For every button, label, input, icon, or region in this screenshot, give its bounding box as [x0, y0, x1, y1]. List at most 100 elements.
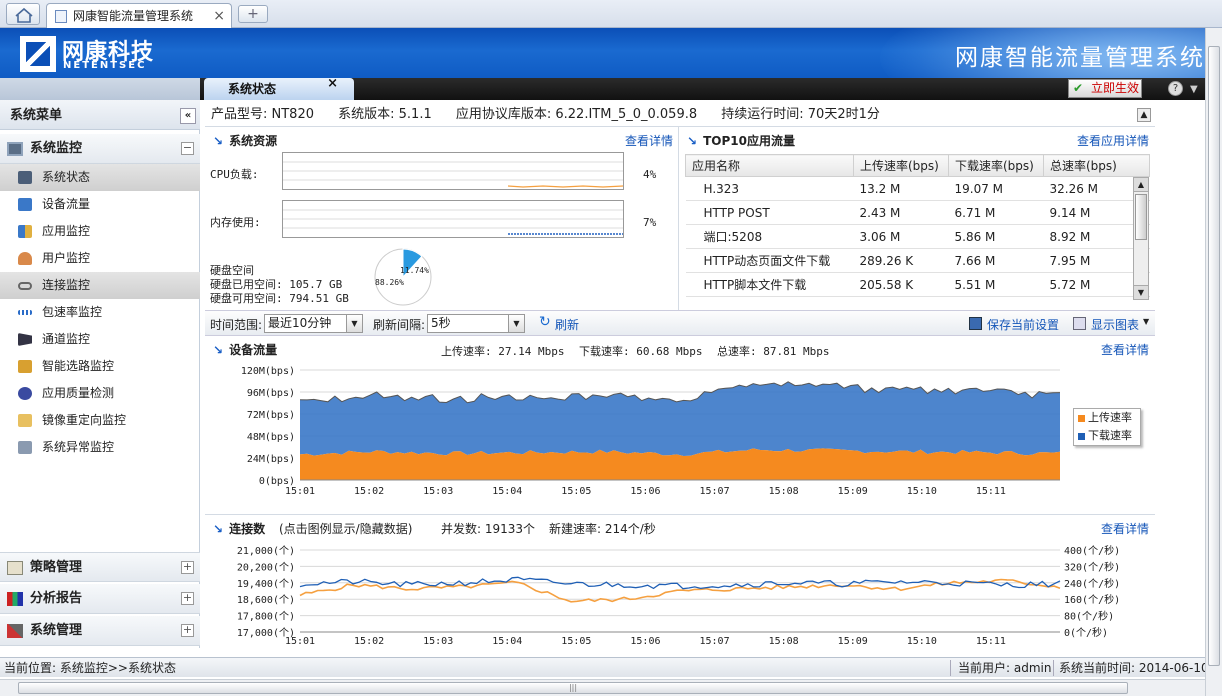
scroll-up-icon[interactable]: ▲	[1134, 178, 1148, 192]
system-title: 网康智能流量管理系统	[955, 45, 1205, 71]
sidebar-item-device-traffic[interactable]: 设备流量	[0, 191, 200, 218]
cpu-line	[507, 185, 624, 188]
sidebar-item-app-quality-check[interactable]: 应用质量检测	[0, 380, 200, 407]
route-icon	[18, 360, 32, 373]
arrow-icon: ↘	[687, 134, 698, 148]
disk-used-pct: 11.74%	[400, 266, 429, 275]
memory-label: 内存使用:	[210, 216, 261, 229]
y-tick-label: 72M(bps)	[247, 410, 295, 421]
collapse-up-icon[interactable]: ▲	[1137, 108, 1151, 122]
help-icon[interactable]: ?	[1168, 81, 1183, 96]
check-icon: ✔	[1073, 81, 1084, 95]
arrow-icon: ↘	[213, 134, 224, 148]
link-icon	[18, 282, 32, 290]
x-tick-label: 15:10	[907, 486, 937, 497]
table-row[interactable]: H.323 13.2 M 19.07 M 32.26 M	[685, 176, 1150, 201]
legend-upload[interactable]: 上传速率	[1074, 409, 1140, 427]
expand-icon[interactable]: +	[181, 561, 194, 574]
top10-table: 应用名称 上传速率(bps) 下载速率(bps) 总速率(bps) H.323 1…	[685, 154, 1150, 297]
chevron-down-icon[interactable]: ▼	[1143, 317, 1149, 326]
close-tab-icon[interactable]: ×	[213, 4, 225, 28]
sidebar-group-system-admin[interactable]: 系统管理 +	[0, 616, 200, 646]
table-row[interactable]: HTTP POST 2.43 M 6.71 M 9.14 M	[685, 200, 1150, 225]
table-scrollbar[interactable]: ▲ ▼	[1133, 177, 1149, 300]
tab-label: 系统状态	[228, 82, 277, 96]
tab-system-status[interactable]: 系统状态 ×	[204, 76, 354, 100]
disk-pie: 11.74% 88.26%	[374, 248, 432, 306]
expand-icon[interactable]: +	[181, 624, 194, 637]
x-tick-label: 15:01	[285, 486, 315, 497]
table-row[interactable]: HTTP动态页面文件下载 289.26 K 7.66 M 7.95 M	[685, 248, 1150, 273]
current-user: 当前用户: admin	[958, 661, 1052, 675]
chart-icon	[1073, 317, 1086, 330]
upload-rate-stat: 上传速率: 27.14 Mbps	[441, 345, 565, 358]
close-icon[interactable]: ×	[327, 73, 338, 95]
time-range-select[interactable]: 最近10分钟 ▼	[264, 314, 363, 333]
sidebar-item-app-monitor[interactable]: 应用监控	[0, 218, 200, 245]
vertical-scrollbar[interactable]	[1205, 28, 1222, 696]
x-tick-label: 15:03	[423, 486, 453, 497]
sidebar-item-packet-rate-monitor[interactable]: 包速率监控	[0, 299, 200, 326]
save-settings-button[interactable]: 保存当前设置	[987, 316, 1059, 333]
refresh-button[interactable]: 刷新	[555, 316, 579, 333]
column-header[interactable]: 上传速率(bps)	[853, 154, 949, 177]
resources-detail-link[interactable]: 查看详情	[625, 132, 673, 149]
legend-download[interactable]: 下载速率	[1074, 427, 1140, 445]
memory-value: 7%	[643, 216, 657, 229]
sidebar-item-user-monitor[interactable]: 用户监控	[0, 245, 200, 272]
table-row[interactable]: HTTP脚本文件下载 205.58 K 5.51 M 5.72 M	[685, 272, 1150, 297]
scroll-thumb[interactable]: |||	[18, 682, 1128, 694]
scroll-thumb[interactable]	[1208, 46, 1220, 666]
sidebar-item-mirror-redirect-monitor[interactable]: 镜像重定向监控	[0, 407, 200, 434]
refresh-interval-select[interactable]: 5秒 ▼	[427, 314, 525, 333]
sidebar-item-channel-monitor[interactable]: 通道监控	[0, 326, 200, 353]
home-icon	[15, 7, 33, 23]
memory-gauge	[282, 200, 624, 238]
collapse-icon[interactable]: −	[181, 142, 194, 155]
y-right-tick-label: 160(个/秒)	[1064, 593, 1120, 606]
disk-free: 硬盘可用空间: 794.51 GB	[210, 292, 349, 305]
sidebar-group-reports[interactable]: 分析报告 +	[0, 584, 200, 614]
sidebar-item-system-exception-monitor[interactable]: 系统异常监控	[0, 434, 200, 461]
sidebar: 系统菜单 « 系统监控 − 系统状态 设备流量 应用监控 用户监控 连接监控 包…	[0, 100, 200, 648]
connections-detail-link[interactable]: 查看详情	[1101, 520, 1149, 537]
concurrent-stat: 并发数: 19133个	[441, 522, 536, 536]
legend-swatch-download	[1078, 433, 1085, 440]
tools-icon	[7, 624, 23, 638]
sidebar-item-system-status[interactable]: 系统状态	[0, 164, 200, 191]
scroll-thumb[interactable]	[1135, 194, 1147, 240]
connections-title: ↘ 连接数	[213, 522, 266, 536]
browser-tab[interactable]: 网康智能流量管理系统 ×	[46, 3, 232, 28]
new-tab-button[interactable]: +	[238, 5, 268, 23]
channel-icon	[18, 333, 32, 346]
sidebar-group-system-monitor[interactable]: 系统监控 −	[0, 134, 200, 164]
y-left-tick-label: 21,000(个)	[237, 545, 295, 557]
y-left-tick-label: 20,200(个)	[237, 561, 295, 573]
expand-down-icon[interactable]: ▼	[1190, 84, 1198, 95]
connections-subtitle: (点击图例显示/隐藏数据)	[279, 522, 413, 536]
sidebar-item-smart-routing-monitor[interactable]: 智能选路监控	[0, 353, 200, 380]
scroll-down-icon[interactable]: ▼	[1134, 285, 1148, 299]
policy-icon	[7, 561, 23, 575]
show-chart-button[interactable]: 显示图表	[1091, 316, 1139, 333]
column-header[interactable]: 下载速率(bps)	[948, 154, 1044, 177]
download-area	[300, 381, 1060, 456]
sidebar-item-connection-monitor[interactable]: 连接监控	[0, 272, 200, 299]
table-row[interactable]: 端口:5208 3.06 M 5.86 M 8.92 M	[685, 224, 1150, 249]
collapse-sidebar-button[interactable]: «	[180, 108, 196, 124]
column-header[interactable]: 总速率(bps)	[1043, 154, 1150, 177]
traffic-chart: 120M(bps) 96M(bps) 72M(bps) 48M(bps) 24M(bps…	[241, 366, 1061, 497]
column-header[interactable]: 应用名称	[685, 154, 854, 177]
cpu-value: 4%	[643, 168, 657, 181]
x-tick-label: 15:02	[354, 486, 384, 497]
traffic-detail-link[interactable]: 查看详情	[1101, 341, 1149, 358]
horizontal-scrollbar[interactable]: |||	[0, 679, 1205, 696]
expand-icon[interactable]: +	[181, 592, 194, 605]
sidebar-group-policy[interactable]: 策略管理 +	[0, 552, 200, 582]
legend-swatch-upload	[1078, 415, 1085, 422]
top10-detail-link[interactable]: 查看应用详情	[1077, 132, 1149, 149]
apply-button[interactable]: ✔ 立即生效	[1068, 79, 1142, 98]
y-tick-label: 96M(bps)	[247, 388, 295, 399]
mirror-icon	[18, 414, 32, 427]
home-button[interactable]	[6, 3, 40, 25]
